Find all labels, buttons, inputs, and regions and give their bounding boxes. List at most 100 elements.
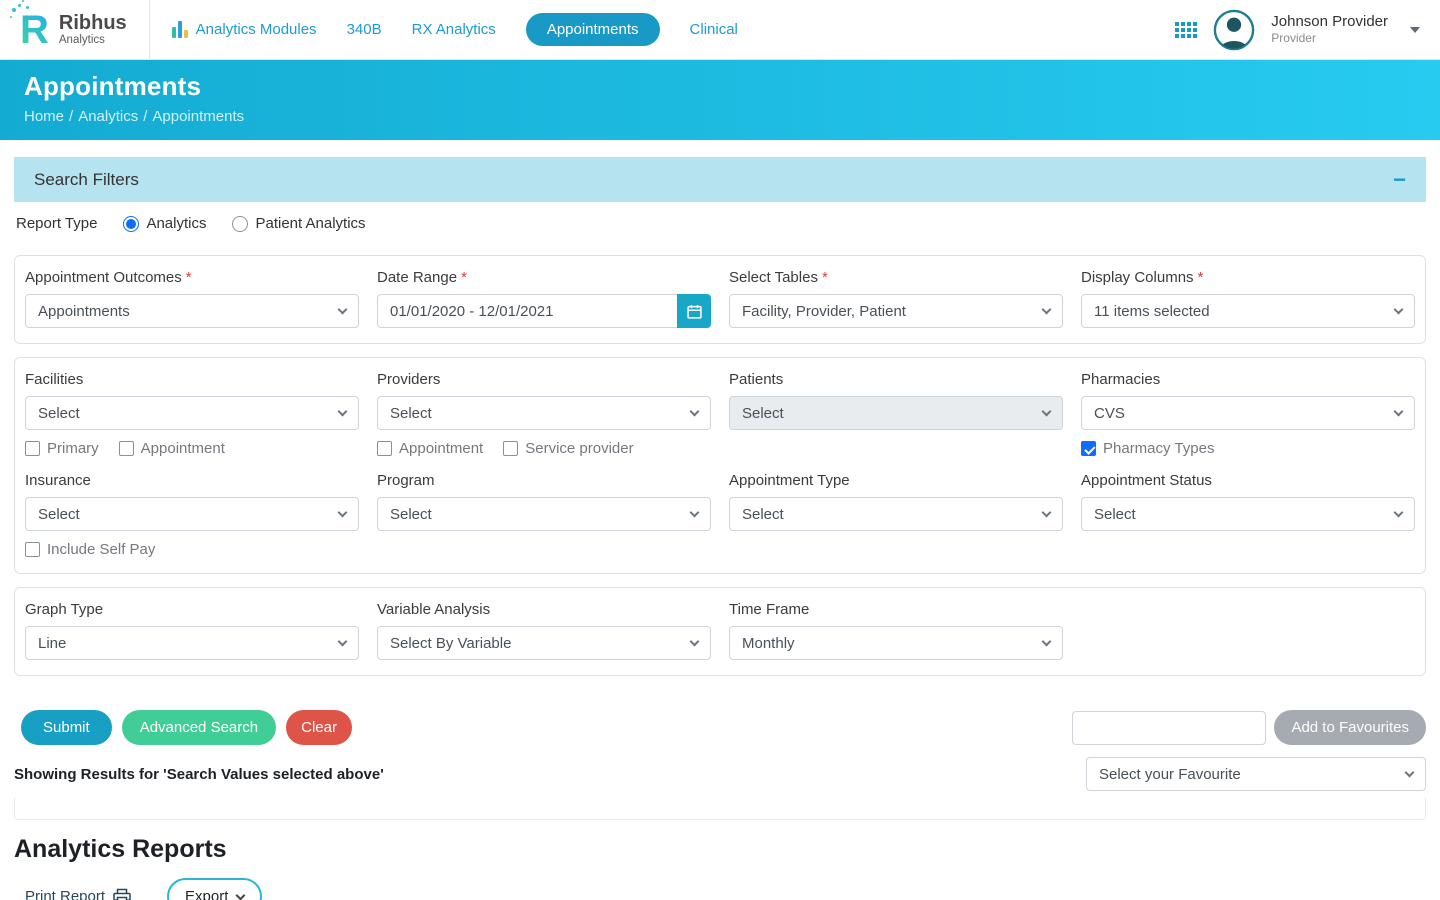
chevron-down-icon bbox=[1394, 407, 1404, 417]
display-columns-select[interactable]: 11 items selected bbox=[1081, 294, 1415, 328]
chevron-down-icon bbox=[1405, 768, 1415, 778]
field-variable-analysis: Variable Analysis Select By Variable bbox=[377, 601, 711, 660]
brand-title: Ribhus bbox=[59, 13, 127, 34]
date-range-input[interactable] bbox=[377, 294, 677, 328]
clear-button[interactable]: Clear bbox=[286, 710, 352, 745]
user-name: Johnson Provider bbox=[1271, 13, 1388, 32]
collapse-icon[interactable]: − bbox=[1393, 169, 1406, 191]
field-insurance: Insurance Select Include Self Pay bbox=[25, 472, 359, 558]
field-graph-type: Graph Type Line bbox=[25, 601, 359, 660]
field-label: Date Range bbox=[377, 269, 457, 286]
top-navbar: R Ribhus Analytics Analytics Modules 340… bbox=[0, 0, 1440, 60]
chevron-down-icon[interactable] bbox=[1410, 27, 1420, 33]
field-label: Variable Analysis bbox=[377, 601, 711, 618]
facilities-select[interactable]: Select bbox=[25, 396, 359, 430]
field-label: Appointment Outcomes bbox=[25, 269, 182, 286]
required-marker: * bbox=[461, 269, 467, 286]
field-label: Time Frame bbox=[729, 601, 1063, 618]
apps-grid-icon[interactable] bbox=[1175, 22, 1197, 38]
primary-filters-card: Appointment Outcomes* Appointments Date … bbox=[14, 255, 1426, 344]
entity-filters-card: Facilities Select Primary Appointment bbox=[14, 357, 1426, 574]
submit-button[interactable]: Submit bbox=[21, 710, 112, 745]
calendar-icon bbox=[687, 304, 702, 319]
chevron-down-icon bbox=[1042, 637, 1052, 647]
search-filters-title: Search Filters bbox=[34, 170, 139, 190]
nav-item-analytics-modules[interactable]: Analytics Modules bbox=[172, 21, 317, 38]
radio-analytics[interactable]: Analytics bbox=[123, 215, 206, 232]
checkbox-facility-appointment[interactable]: Appointment bbox=[119, 440, 225, 457]
radio-icon bbox=[123, 216, 139, 232]
checkbox-icon bbox=[25, 542, 40, 557]
field-label: Providers bbox=[377, 371, 711, 388]
field-label: Display Columns bbox=[1081, 269, 1194, 286]
calendar-button[interactable] bbox=[677, 294, 711, 328]
field-label: Graph Type bbox=[25, 601, 359, 618]
radio-patient-analytics[interactable]: Patient Analytics bbox=[232, 215, 365, 232]
print-report-link[interactable]: Print Report bbox=[25, 888, 131, 900]
field-patients: Patients Select bbox=[729, 371, 1063, 457]
providers-select[interactable]: Select bbox=[377, 396, 711, 430]
appointment-type-select[interactable]: Select bbox=[729, 497, 1063, 531]
results-panel bbox=[14, 798, 1426, 820]
chevron-down-icon bbox=[1042, 508, 1052, 518]
program-select[interactable]: Select bbox=[377, 497, 711, 531]
required-marker: * bbox=[822, 269, 828, 286]
favourite-name-input[interactable] bbox=[1072, 711, 1266, 745]
breadcrumb-home[interactable]: Home bbox=[24, 108, 64, 125]
field-appointment-type: Appointment Type Select bbox=[729, 472, 1063, 558]
field-date-range: Date Range* bbox=[377, 269, 711, 328]
graph-options-card: Graph Type Line Variable Analysis Select… bbox=[14, 587, 1426, 676]
insurance-select[interactable]: Select bbox=[25, 497, 359, 531]
required-marker: * bbox=[1198, 269, 1204, 286]
chevron-down-icon bbox=[690, 407, 700, 417]
field-label: Select Tables bbox=[729, 269, 818, 286]
field-label: Facilities bbox=[25, 371, 359, 388]
advanced-search-button[interactable]: Advanced Search bbox=[122, 710, 276, 745]
variable-analysis-select[interactable]: Select By Variable bbox=[377, 626, 711, 660]
avatar[interactable] bbox=[1213, 9, 1255, 51]
checkbox-include-self-pay[interactable]: Include Self Pay bbox=[25, 541, 155, 558]
breadcrumb-analytics[interactable]: Analytics bbox=[78, 108, 138, 125]
chevron-down-icon bbox=[1042, 305, 1052, 315]
chevron-down-icon bbox=[1042, 407, 1052, 417]
nav-item-rx-analytics[interactable]: RX Analytics bbox=[412, 21, 496, 38]
appointment-status-select[interactable]: Select bbox=[1081, 497, 1415, 531]
radio-label: Analytics bbox=[146, 215, 206, 232]
nav-item-appointments-active[interactable]: Appointments bbox=[526, 13, 660, 46]
checkbox-icon bbox=[503, 441, 518, 456]
checkbox-service-provider[interactable]: Service provider bbox=[503, 440, 633, 457]
appointment-outcomes-select[interactable]: Appointments bbox=[25, 294, 359, 328]
field-appointment-outcomes: Appointment Outcomes* Appointments bbox=[25, 269, 359, 328]
checkbox-pharmacy-types[interactable]: Pharmacy Types bbox=[1081, 440, 1214, 457]
nav-item-340b[interactable]: 340B bbox=[347, 21, 382, 38]
search-filters-header[interactable]: Search Filters − bbox=[14, 157, 1426, 202]
breadcrumb-appointments[interactable]: Appointments bbox=[152, 108, 244, 125]
checkbox-checked-icon bbox=[1081, 441, 1096, 456]
pharmacies-select[interactable]: CVS bbox=[1081, 396, 1415, 430]
radio-icon bbox=[232, 216, 248, 232]
ribhus-logo-icon: R bbox=[20, 10, 49, 50]
select-tables-select[interactable]: Facility, Provider, Patient bbox=[729, 294, 1063, 328]
field-facilities: Facilities Select Primary Appointment bbox=[25, 371, 359, 457]
user-menu[interactable]: Johnson Provider Provider bbox=[1271, 13, 1388, 47]
favourite-select[interactable]: Select your Favourite bbox=[1086, 757, 1426, 791]
field-label: Program bbox=[377, 472, 711, 489]
add-to-favourites-button[interactable]: Add to Favourites bbox=[1274, 710, 1426, 745]
checkbox-label: Include Self Pay bbox=[47, 541, 155, 558]
select-value: Select bbox=[742, 506, 784, 523]
checkbox-label: Pharmacy Types bbox=[1103, 440, 1214, 457]
select-value: Line bbox=[38, 635, 66, 652]
checkbox-primary[interactable]: Primary bbox=[25, 440, 99, 457]
user-role: Provider bbox=[1271, 31, 1388, 46]
select-value: Select bbox=[390, 506, 432, 523]
nav-item-clinical[interactable]: Clinical bbox=[690, 21, 738, 38]
patients-select[interactable]: Select bbox=[729, 396, 1063, 430]
brand-subtitle: Analytics bbox=[59, 34, 127, 46]
export-button[interactable]: Export bbox=[167, 878, 262, 900]
graph-type-select[interactable]: Line bbox=[25, 626, 359, 660]
checkbox-provider-appointment[interactable]: Appointment bbox=[377, 440, 483, 457]
time-frame-select[interactable]: Monthly bbox=[729, 626, 1063, 660]
select-value: Select bbox=[38, 405, 80, 422]
field-label: Insurance bbox=[25, 472, 359, 489]
brand-logo[interactable]: R Ribhus Analytics bbox=[20, 0, 150, 59]
